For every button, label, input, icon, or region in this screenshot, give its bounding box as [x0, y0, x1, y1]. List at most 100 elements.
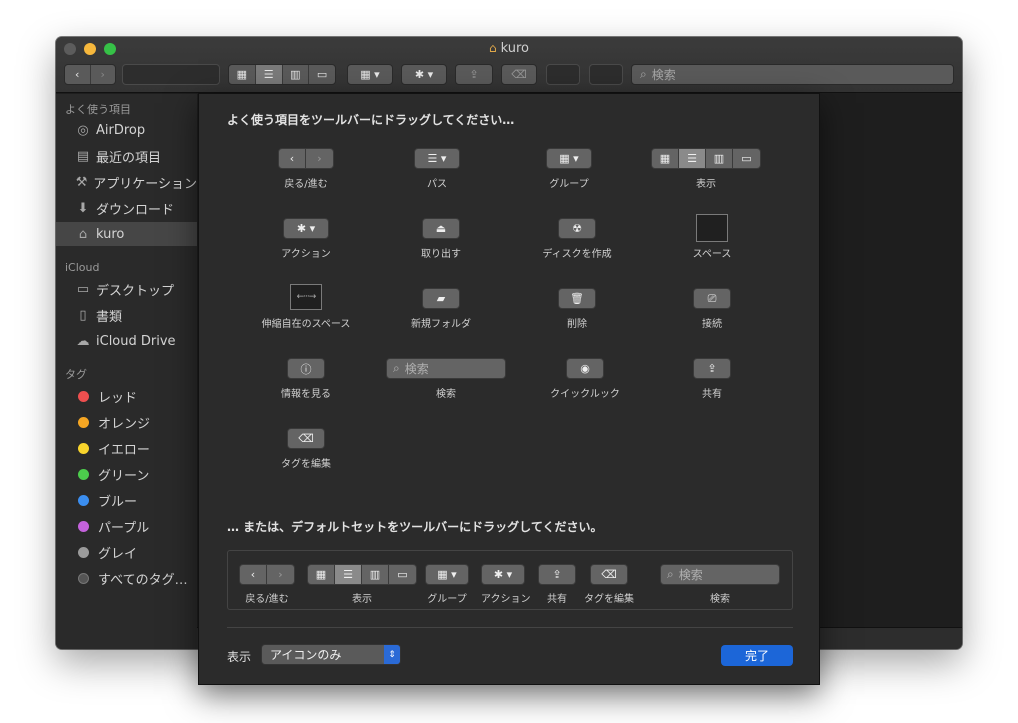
item-label: 新規フォルダ — [411, 319, 471, 330]
sidebar-item-home[interactable]: ⌂ kuro — [56, 222, 197, 246]
item-label: 表示 — [696, 179, 716, 190]
list-view-icon[interactable]: ☰ — [255, 65, 283, 84]
icon-view-icon[interactable]: ▦ — [229, 65, 256, 84]
search-field[interactable]: ⌕ 検索 — [631, 64, 954, 85]
sidebar-item-airdrop[interactable]: ◎ AirDrop — [56, 118, 197, 142]
flexible-space-icon: ←···→ — [290, 284, 322, 310]
tags-heading: タグ — [65, 368, 87, 381]
show-popup-button[interactable]: アイコンのみ ⇕ — [261, 644, 401, 665]
tag-color-dot — [78, 546, 89, 558]
tag-button[interactable]: ⌫ — [501, 64, 537, 85]
ds-share: ⇪ 共有 — [538, 564, 576, 605]
item-label: 接続 — [702, 319, 722, 330]
path-icon: ☰ ▾ — [414, 148, 460, 169]
gallery-view-icon[interactable]: ▭ — [309, 65, 335, 84]
column-view-icon[interactable]: ▥ — [283, 65, 310, 84]
group-button[interactable]: ▦ ▾ — [347, 64, 393, 85]
item-label: パス — [427, 179, 447, 190]
gallery-view-icon: ▭ — [397, 568, 408, 581]
chevron-updown-icon: ⇕ — [384, 645, 400, 664]
sidebar-tag-red[interactable]: レッド — [56, 384, 197, 408]
sidebar-item-documents[interactable]: ▯ 書類 — [56, 303, 197, 327]
share-icon: ⇪ — [538, 564, 576, 585]
list-view-icon: ☰ — [335, 565, 362, 584]
tag-icon[interactable]: ⌫ — [502, 65, 536, 84]
column-view-icon: ▥ — [362, 565, 389, 584]
item-label: タグを編集 — [584, 594, 634, 605]
ds-group: ▦ ▾ グループ — [425, 564, 469, 605]
favorites-heading: よく使う項目 — [65, 103, 131, 116]
back-forward-control: ‹ › — [239, 564, 295, 585]
toolbar-space-2 — [589, 64, 623, 85]
default-set-title: … または、デフォルトセットをツールバーにドラッグしてください。 — [227, 520, 603, 534]
sidebar-item-downloads[interactable]: ⬇ ダウンロード — [56, 196, 197, 220]
gear-icon: ✱ ▾ — [283, 218, 329, 239]
view-control: ▦ ☰ ▥ ▭ — [307, 564, 417, 585]
sidebar-item-recents[interactable]: ▤ 最近の項目 — [56, 144, 197, 168]
back-forward-control[interactable]: ‹ › — [64, 64, 116, 85]
search-icon: ⌕ — [667, 567, 674, 581]
column-view-icon: ▥ — [706, 149, 733, 168]
back-icon: ‹ — [240, 565, 267, 584]
tag-color-dot — [78, 468, 89, 480]
gear-icon: ✱ ▾ — [481, 564, 525, 585]
icon-view-icon: ▦ — [308, 565, 335, 584]
default-toolbar-set[interactable]: ‹ › 戻る/進む ▦ ☰ ▥ ▭ 表示 ▦ ▾ グループ ✱ ▾ アクション ⇪ 共有… — [227, 550, 793, 610]
tag-icon: ⌫ — [287, 428, 325, 449]
ds-view: ▦ ☰ ▥ ▭ 表示 — [307, 564, 417, 605]
view-control: ▦ ☰ ▥ ▭ — [651, 148, 761, 169]
sheet-title: よく使う項目をツールバーにドラッグしてください… — [227, 113, 515, 127]
gallery-view-icon: ▭ — [741, 152, 752, 165]
gear-icon[interactable]: ✱ ▾ — [402, 65, 446, 84]
sidebar-item-desktop[interactable]: ▭ デスクトップ — [56, 277, 197, 301]
item-label: アクション — [481, 594, 531, 605]
airdrop-icon: ◎ — [77, 122, 89, 138]
view-control[interactable]: ▦ ☰ ▥ ▭ — [228, 64, 336, 85]
divider — [227, 627, 793, 628]
show-label: 表示 — [227, 650, 252, 664]
item-label: 検索 — [710, 594, 730, 605]
sidebar-item-icloud-drive[interactable]: ☁ iCloud Drive — [56, 329, 197, 353]
sidebar-tag-green[interactable]: グリーン — [56, 462, 197, 486]
tag-color-dot — [78, 520, 89, 532]
cloud-icon: ☁ — [76, 333, 90, 349]
item-label: ディスクを作成 — [542, 249, 612, 260]
back-forward-control: ‹ › — [278, 148, 334, 169]
share-icon[interactable]: ⇪ — [456, 65, 492, 84]
item-label: タグを編集 — [281, 459, 331, 470]
sidebar-tag-gray[interactable]: グレイ — [56, 540, 197, 564]
new-folder-icon: ▰ — [422, 288, 460, 309]
sidebar-tag-orange[interactable]: オレンジ — [56, 410, 197, 434]
sidebar-tag-yellow[interactable]: イエロー — [56, 436, 197, 460]
window-title: ⌂ kuro — [488, 41, 529, 56]
item-label: 戻る/進む — [245, 594, 289, 605]
tag-color-dot — [78, 390, 89, 402]
item-label: アクション — [281, 249, 331, 260]
action-button[interactable]: ✱ ▾ — [401, 64, 447, 85]
sidebar-item-applications[interactable]: ⚒ アプリケーション — [56, 170, 197, 194]
back-icon[interactable]: ‹ — [65, 65, 91, 84]
done-button[interactable]: 完了 — [721, 645, 793, 666]
ds-action: ✱ ▾ アクション — [481, 564, 531, 605]
forward-icon: › — [278, 568, 283, 581]
tag-color-dot — [78, 494, 89, 506]
home-icon: ⌂ — [78, 226, 88, 242]
sidebar-all-tags[interactable]: すべてのタグ… — [56, 566, 197, 590]
toolbar-space-1 — [546, 64, 580, 85]
home-icon: ⌂ — [488, 41, 497, 55]
sidebar-tag-purple[interactable]: パープル — [56, 514, 197, 538]
item-label: グループ — [427, 594, 467, 605]
tag-color-dot — [78, 416, 89, 428]
eject-icon: ⏏ — [422, 218, 460, 239]
burn-disc-icon: ☢ — [558, 218, 596, 239]
forward-icon[interactable]: › — [91, 65, 116, 84]
group-icon[interactable]: ▦ ▾ — [348, 65, 392, 84]
share-button[interactable]: ⇪ — [455, 64, 493, 85]
ds-search: ⌕ 検索 検索 — [660, 564, 780, 605]
search-field: ⌕ 検索 — [660, 564, 780, 585]
item-label: クイックルック — [550, 389, 620, 400]
ds-edit-tags: ⌫ タグを編集 — [584, 564, 634, 605]
sidebar-tag-blue[interactable]: ブルー — [56, 488, 197, 512]
list-view-icon: ☰ — [679, 149, 706, 168]
sidebar: よく使う項目 ◎ AirDrop ▤ 最近の項目 ⚒ アプリケーション ⬇ ダウンロード… — [56, 94, 197, 649]
